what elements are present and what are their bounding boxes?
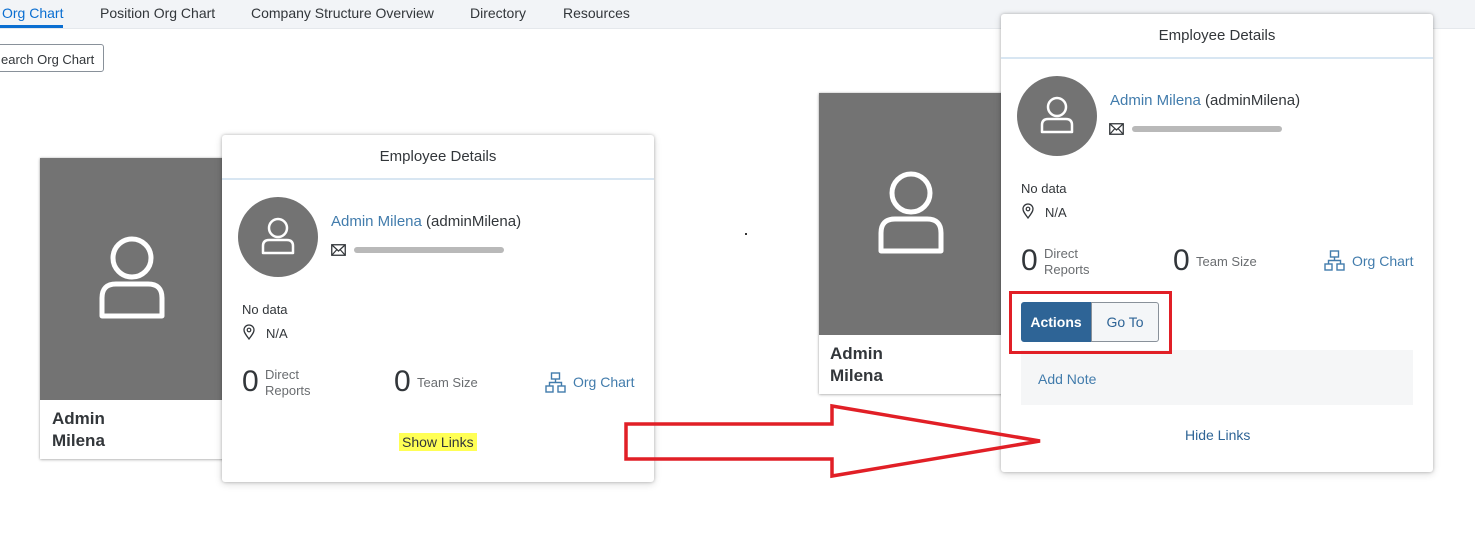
node-photo xyxy=(819,93,1014,335)
show-links-button[interactable]: Show Links xyxy=(399,433,477,451)
mail-icon xyxy=(331,244,346,256)
location-text: N/A xyxy=(1045,205,1067,220)
node-first-name: Admin xyxy=(830,344,883,363)
employee-details-popover: Employee Details Admin Milena (adminMile… xyxy=(1001,14,1433,472)
direct-reports-count: 0 xyxy=(242,365,259,398)
tab-org-chart[interactable]: Org Chart xyxy=(0,5,64,28)
avatar xyxy=(1017,76,1097,156)
no-data-text: No data xyxy=(242,302,288,317)
node-last-name: Milena xyxy=(52,431,105,450)
person-icon xyxy=(261,217,295,255)
employee-name-row: Admin Milena (adminMilena) xyxy=(1110,92,1300,109)
team-size-label: Team Size xyxy=(1196,254,1257,269)
location-pin-icon xyxy=(243,324,255,340)
tab-company-structure-overview[interactable]: Company Structure Overview xyxy=(251,5,434,21)
stray-dot xyxy=(745,233,747,235)
employee-name-link[interactable]: Admin Milena xyxy=(331,213,422,230)
employee-username: (adminMilena) xyxy=(1205,92,1301,109)
org-node-card[interactable]: Admin Milena xyxy=(40,158,235,459)
org-chart-link[interactable]: Org Chart xyxy=(1352,253,1413,269)
avatar xyxy=(238,197,318,277)
no-data-text: No data xyxy=(1021,181,1067,196)
add-note-link[interactable]: Add Note xyxy=(1038,371,1096,387)
tab-position-org-chart[interactable]: Position Org Chart xyxy=(100,5,215,21)
hide-links-button[interactable]: Hide Links xyxy=(1185,427,1250,443)
popover-title: Employee Details xyxy=(222,135,654,180)
employee-username: (adminMilena) xyxy=(426,213,522,230)
person-icon xyxy=(1040,96,1074,134)
node-photo xyxy=(40,158,235,400)
direct-reports-label-line1: Direct xyxy=(1044,246,1078,261)
direct-reports-label-line2: Reports xyxy=(265,383,311,398)
person-icon xyxy=(878,171,944,254)
employee-name-link[interactable]: Admin Milena xyxy=(1110,92,1201,109)
org-chart-link[interactable]: Org Chart xyxy=(573,374,634,390)
location-pin-icon xyxy=(1022,203,1034,219)
team-size-count: 0 xyxy=(394,365,411,398)
employee-details-popover: Employee Details Admin Milena (adminMile… xyxy=(222,135,654,482)
annotation-highlight-box xyxy=(1009,291,1172,354)
mail-icon xyxy=(1109,123,1124,135)
direct-reports-label-line1: Direct xyxy=(265,367,299,382)
node-last-name: Milena xyxy=(830,366,883,385)
node-first-name: Admin xyxy=(52,409,105,428)
org-node-card[interactable]: Admin Milena xyxy=(819,93,1014,394)
direct-reports-count: 0 xyxy=(1021,244,1038,277)
search-org-chart-button[interactable]: earch Org Chart xyxy=(0,44,104,72)
org-chart-icon[interactable] xyxy=(545,372,566,393)
tab-directory[interactable]: Directory xyxy=(470,5,526,21)
links-panel: Add Note xyxy=(1021,350,1413,405)
tab-resources[interactable]: Resources xyxy=(563,5,630,21)
person-icon xyxy=(99,236,165,319)
redacted-email xyxy=(354,247,504,253)
team-size-label: Team Size xyxy=(417,375,478,390)
redacted-email xyxy=(1132,126,1282,132)
employee-name-row: Admin Milena (adminMilena) xyxy=(331,213,521,230)
direct-reports-label-line2: Reports xyxy=(1044,262,1090,277)
location-text: N/A xyxy=(266,326,288,341)
team-size-count: 0 xyxy=(1173,244,1190,277)
org-chart-icon[interactable] xyxy=(1324,250,1345,271)
popover-title: Employee Details xyxy=(1001,14,1433,59)
